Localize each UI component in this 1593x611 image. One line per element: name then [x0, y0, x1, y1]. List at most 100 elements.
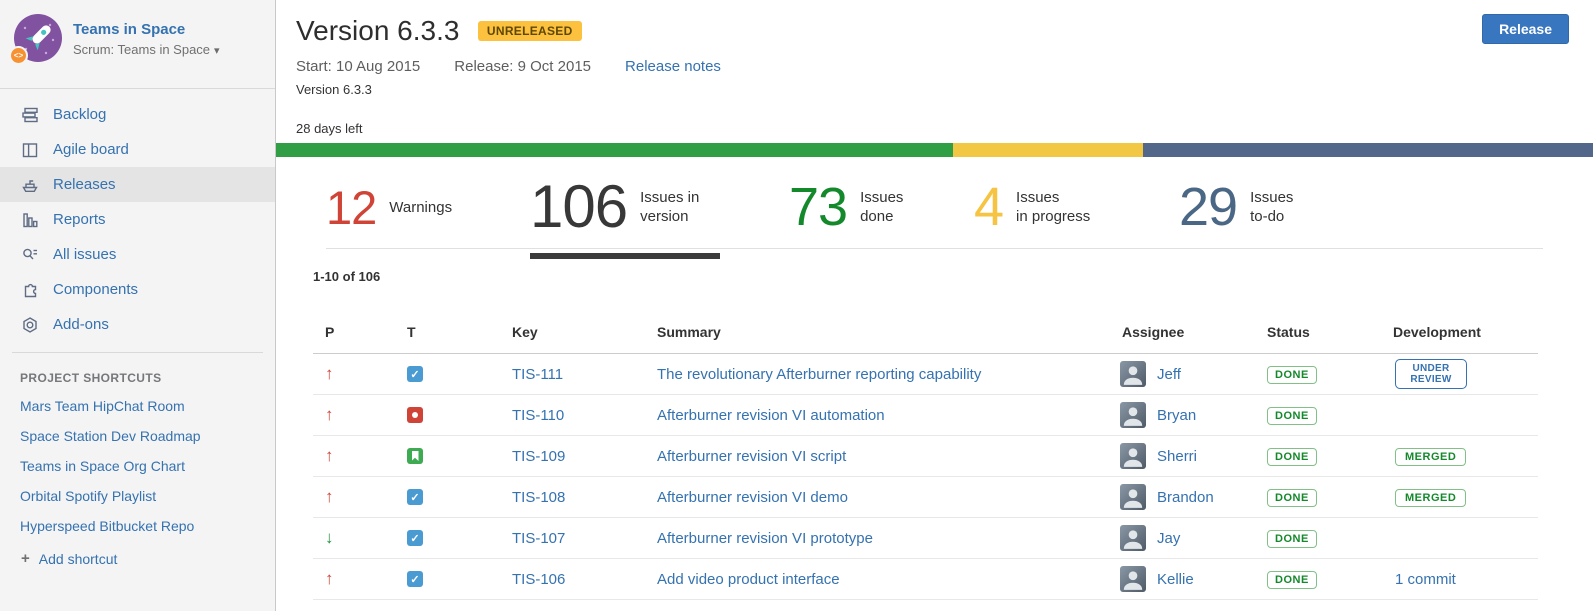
stat-issues-in-version[interactable]: 106 Issues inversion	[530, 177, 720, 237]
shortcut-link[interactable]: Hyperspeed Bitbucket Repo	[0, 511, 275, 541]
priority-up-icon	[313, 569, 334, 588]
issue-count-label: 1-10 of 106	[313, 269, 1569, 284]
development-lozenge-green[interactable]: MERGED	[1395, 489, 1466, 507]
table-row: TIS-107 Afterburner revision VI prototyp…	[313, 518, 1538, 559]
sidebar-item-reports[interactable]: Reports	[0, 202, 275, 237]
column-header-status: Status	[1255, 324, 1375, 340]
project-shortcuts-title: PROJECT SHORTCUTS	[20, 371, 275, 385]
sidebar-item-releases[interactable]: Releases	[0, 167, 275, 202]
unreleased-badge: UNRELEASED	[478, 21, 582, 41]
issue-type-task-icon	[407, 571, 423, 587]
issue-summary-link[interactable]: Afterburner revision VI script	[657, 448, 846, 465]
sidebar-item-label: Backlog	[53, 106, 106, 123]
status-badge: DONE	[1267, 366, 1317, 384]
issue-key-link[interactable]: TIS-106	[512, 571, 565, 588]
issue-type-story-icon	[407, 448, 423, 464]
sidebar-item-components[interactable]: Components	[0, 272, 275, 307]
shortcut-link[interactable]: Space Station Dev Roadmap	[0, 421, 275, 451]
sidebar-item-all-issues[interactable]: All issues	[0, 237, 275, 272]
issue-summary-link[interactable]: Add video product interface	[657, 571, 840, 588]
sidebar-item-label: Add-ons	[53, 316, 109, 333]
table-row: TIS-106 Add video product interface Kell…	[313, 559, 1538, 600]
hexnut-icon	[20, 315, 40, 335]
stat-value: 73	[789, 180, 847, 234]
assignee-link[interactable]: Bryan	[1157, 407, 1196, 424]
stat-value: 4	[974, 180, 1003, 234]
shortcut-link[interactable]: Orbital Spotify Playlist	[0, 481, 275, 511]
assignee-link[interactable]: Jeff	[1157, 366, 1181, 383]
release-button[interactable]: Release	[1482, 14, 1569, 44]
shortcut-link[interactable]: Mars Team HipChat Room	[0, 391, 275, 421]
page-title: Version 6.3.3	[296, 15, 459, 46]
stat-label: Issuesdone	[860, 188, 903, 226]
release-date: Release: 9 Oct 2015	[454, 58, 591, 75]
assignee-link[interactable]: Jay	[1157, 530, 1180, 547]
issue-key-link[interactable]: TIS-109	[512, 448, 565, 465]
status-badge: DONE	[1267, 407, 1317, 425]
stat-label: Issuesto-do	[1250, 188, 1293, 226]
stat-issues-done[interactable]: 73 Issuesdone	[789, 180, 974, 234]
ship-icon	[20, 175, 40, 195]
issue-summary-link[interactable]: Afterburner revision VI prototype	[657, 530, 873, 547]
stat-warnings[interactable]: 12 Warnings	[326, 184, 530, 231]
development-link[interactable]: 1 commit	[1395, 571, 1456, 588]
sidebar-item-agile-board[interactable]: Agile board	[0, 132, 275, 167]
shortcut-link[interactable]: Teams in Space Org Chart	[0, 451, 275, 481]
development-lozenge-green[interactable]: MERGED	[1395, 448, 1466, 466]
stat-value: 29	[1179, 180, 1237, 234]
board-switcher[interactable]: Scrum: Teams in Space	[73, 42, 220, 57]
stat-issues-in-progress[interactable]: 4 Issuesin progress	[974, 180, 1179, 234]
stat-issues-todo[interactable]: 29 Issuesto-do	[1179, 180, 1379, 234]
table-row: TIS-110 Afterburner revision VI automati…	[313, 395, 1538, 436]
issue-type-task-icon	[407, 530, 423, 546]
column-header-development: Development	[1375, 324, 1538, 340]
progress-segment-done	[276, 143, 953, 157]
issue-key-link[interactable]: TIS-110	[512, 407, 564, 424]
development-lozenge-blue[interactable]: UNDER REVIEW	[1395, 359, 1467, 389]
sidebar-divider	[12, 352, 263, 353]
issue-summary-link[interactable]: Afterburner revision VI demo	[657, 489, 848, 506]
release-notes-link[interactable]: Release notes	[625, 58, 721, 75]
issues-table: P T Key Summary Assignee Status Developm…	[313, 308, 1538, 600]
stat-value: 106	[530, 177, 627, 237]
version-detail-panel: Version 6.3.3 UNRELEASED Release Start: …	[276, 0, 1593, 611]
progress-segment-to-do	[1143, 143, 1593, 157]
priority-up-icon	[313, 405, 334, 424]
project-name[interactable]: Teams in Space	[73, 21, 220, 38]
board-icon	[20, 140, 40, 160]
sidebar-item-add-ons[interactable]: Add-ons	[0, 307, 275, 342]
issue-key-link[interactable]: TIS-107	[512, 530, 565, 547]
issue-key-link[interactable]: TIS-111	[512, 366, 563, 383]
column-header-priority: P	[313, 324, 395, 340]
assignee-avatar	[1120, 443, 1146, 469]
issue-key-link[interactable]: TIS-108	[512, 489, 565, 506]
issue-type-task-icon	[407, 366, 423, 382]
sidebar-item-backlog[interactable]: Backlog	[0, 97, 275, 132]
column-header-type: T	[395, 324, 500, 340]
assignee-avatar	[1120, 484, 1146, 510]
issue-summary-link[interactable]: The revolutionary Afterburner reporting …	[657, 366, 981, 383]
search-issues-icon	[20, 245, 40, 265]
assignee-link[interactable]: Brandon	[1157, 489, 1214, 506]
assignee-avatar	[1120, 525, 1146, 551]
issue-summary-link[interactable]: Afterburner revision VI automation	[657, 407, 885, 424]
days-left-label: 28 days left	[296, 121, 1569, 136]
status-badge: DONE	[1267, 530, 1317, 548]
project-shortcuts-list: Mars Team HipChat Room Space Station Dev…	[0, 391, 275, 541]
table-row: TIS-109 Afterburner revision VI script S…	[313, 436, 1538, 477]
plus-icon	[21, 550, 30, 567]
board-switcher-label: Scrum: Teams in Space	[73, 42, 210, 57]
issue-stats-row: 12 Warnings 106 Issues inversion 73 Issu…	[326, 185, 1543, 249]
puzzle-icon	[20, 280, 40, 300]
column-header-key: Key	[500, 324, 645, 340]
project-avatar: <>	[14, 14, 62, 62]
add-shortcut-button[interactable]: Add shortcut	[0, 550, 275, 567]
add-shortcut-label: Add shortcut	[39, 551, 118, 567]
assignee-link[interactable]: Kellie	[1157, 571, 1194, 588]
backlog-icon	[20, 105, 40, 125]
stat-label: Issues inversion	[640, 188, 699, 226]
bar-chart-icon	[20, 210, 40, 230]
sidebar-item-label: All issues	[53, 246, 116, 263]
issues-table-body: TIS-111 The revolutionary Afterburner re…	[313, 354, 1538, 600]
assignee-link[interactable]: Sherri	[1157, 448, 1197, 465]
